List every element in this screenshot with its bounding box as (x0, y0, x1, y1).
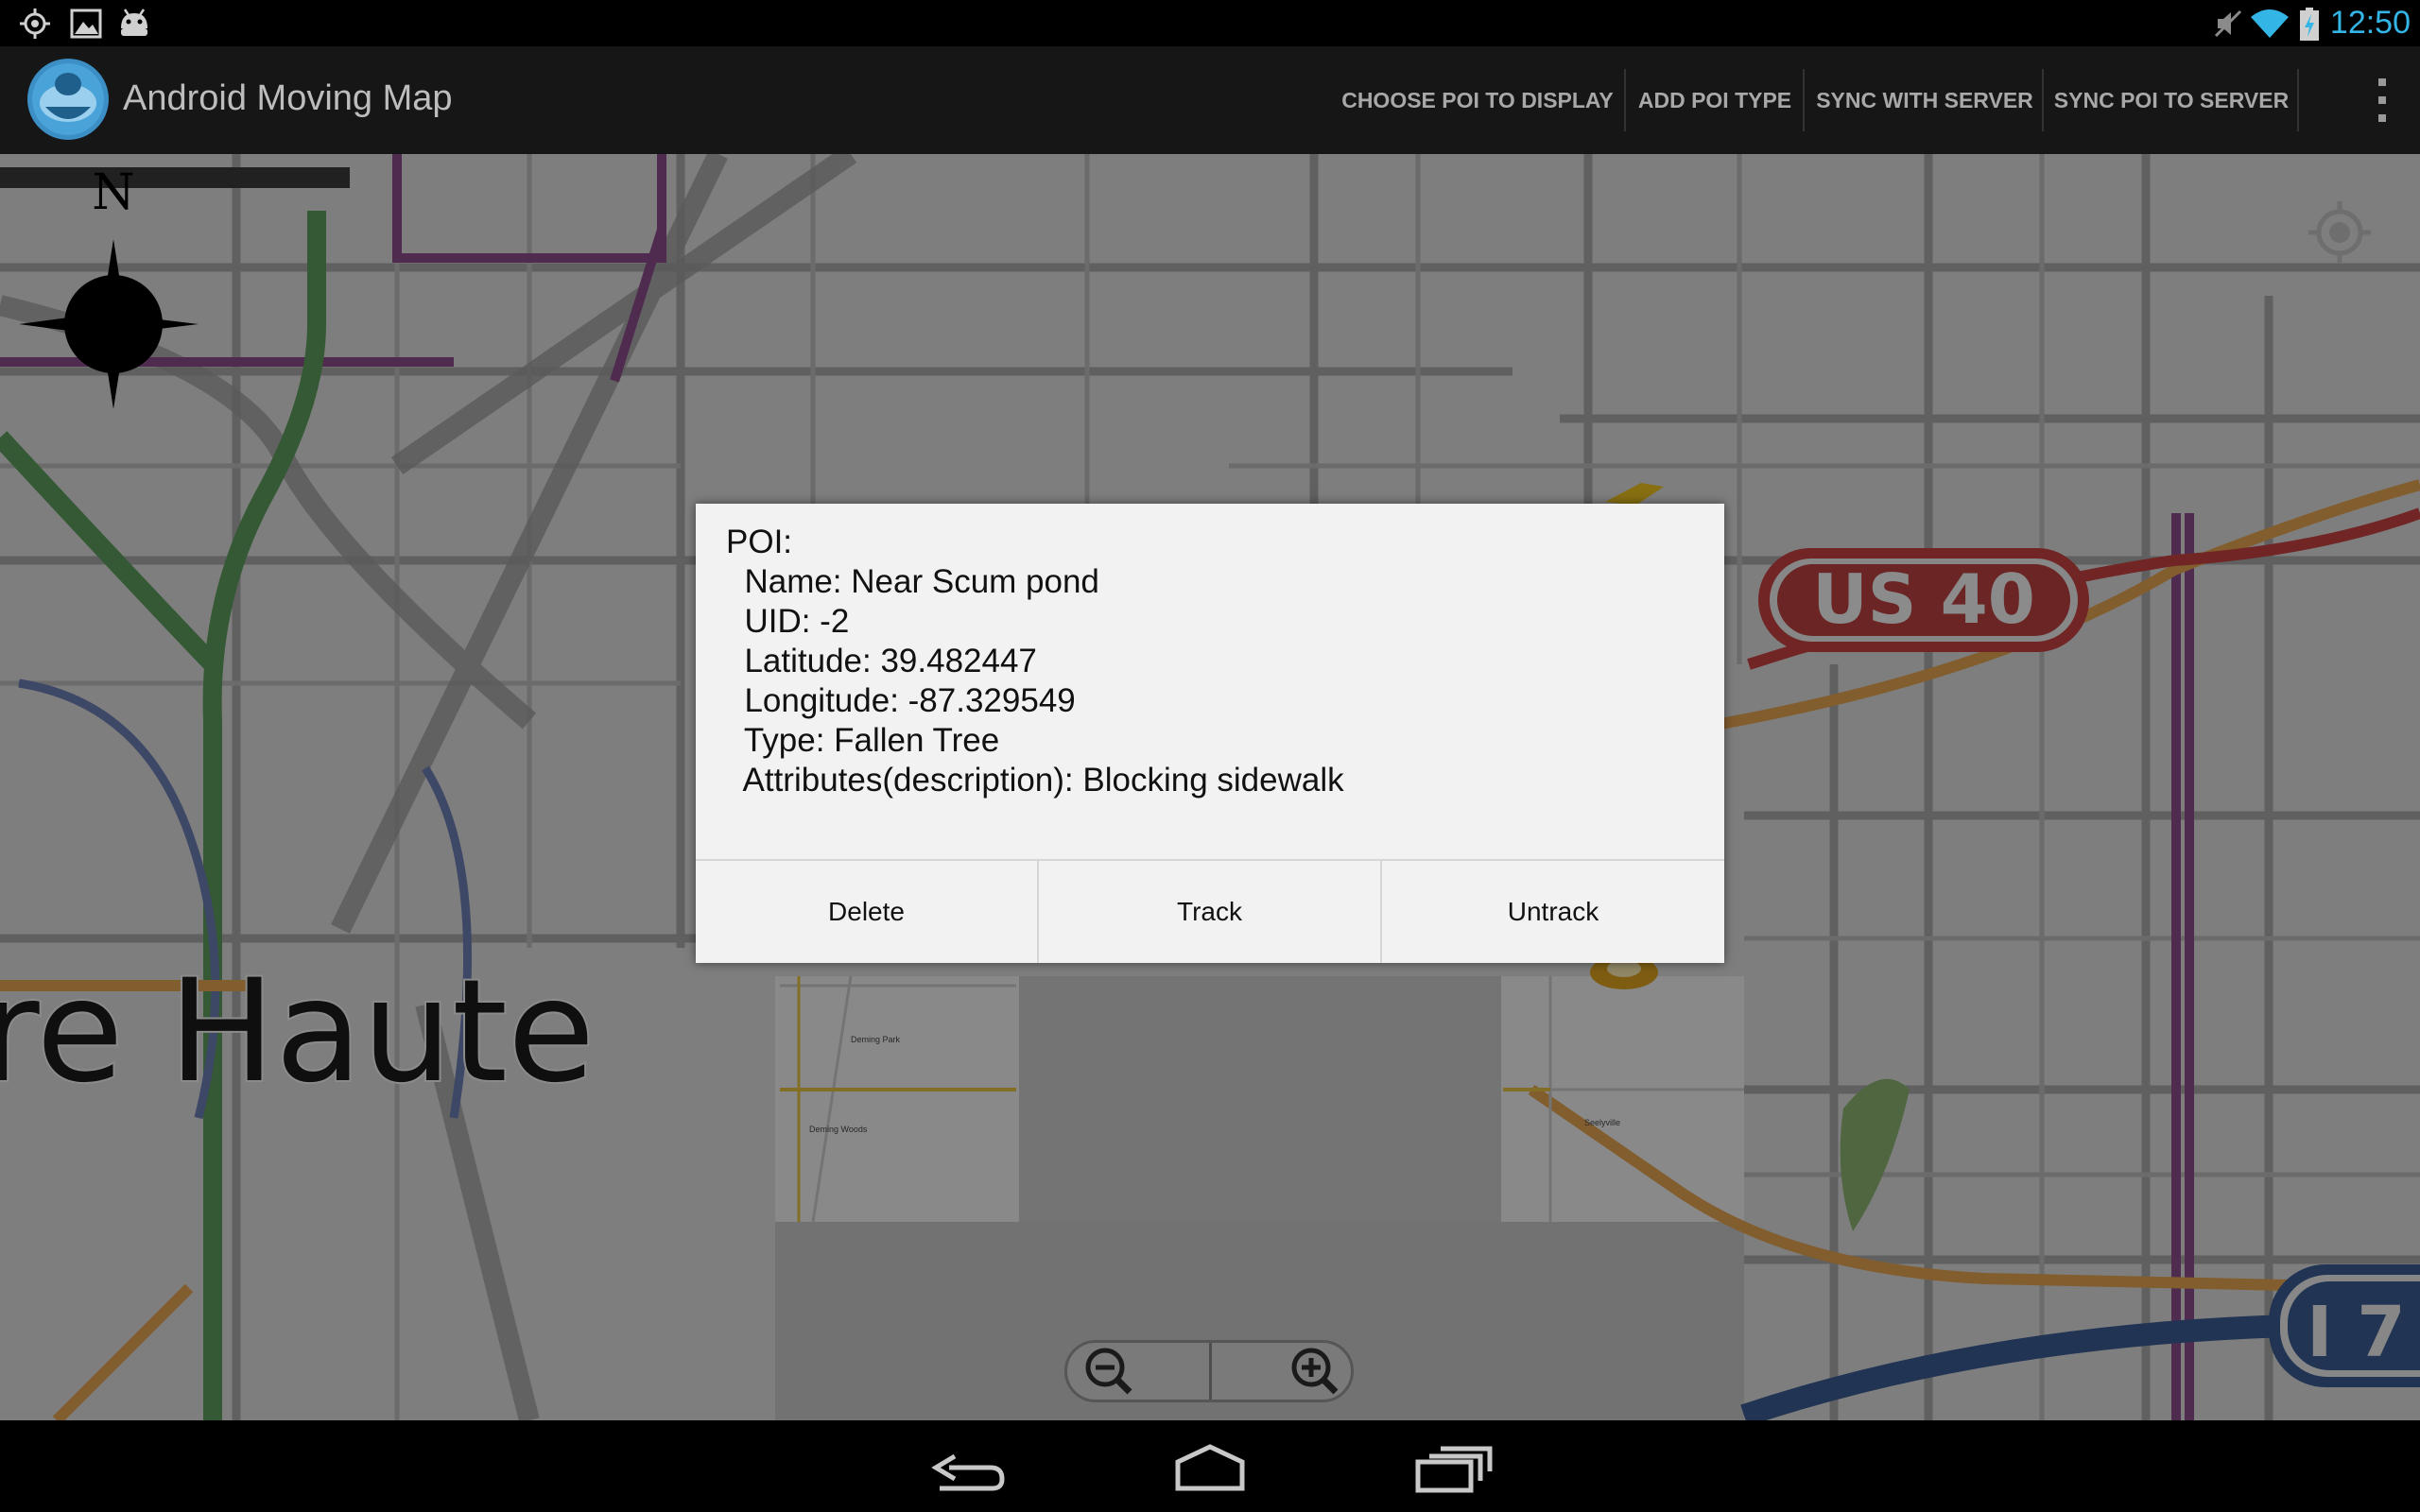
action-divider (2297, 69, 2299, 131)
dialog-button-bar: Delete Track Untrack (696, 859, 1724, 963)
track-button[interactable]: Track (1039, 861, 1380, 963)
android-debug-icon (121, 9, 147, 36)
status-bar: 12:50 (0, 0, 2420, 46)
overflow-menu-icon[interactable] (2363, 75, 2401, 126)
battery-charging-icon (2300, 8, 2319, 41)
action-divider (1803, 69, 1805, 131)
gallery-icon (70, 9, 102, 39)
delete-button[interactable]: Delete (696, 861, 1037, 963)
location-target-icon (20, 9, 50, 39)
wifi-icon (2251, 9, 2289, 38)
app-title: Android Moving Map (123, 78, 453, 118)
action-divider (2042, 69, 2044, 131)
add-poi-type-button[interactable]: ADD POI TYPE (1630, 46, 1800, 154)
mute-icon (2214, 9, 2242, 38)
zoom-controls (1064, 1340, 1354, 1402)
recent-apps-icon[interactable] (1405, 1439, 1499, 1496)
poi-details-dialog: POI: Name: Near Scum pond UID: -2 Latitu… (696, 504, 1724, 963)
navigation-bar (0, 1420, 2420, 1512)
screen: 12:50 Android Moving Map CHOOSE POI TO D… (0, 0, 2420, 1512)
back-icon[interactable] (921, 1439, 1015, 1496)
zoom-out-icon[interactable] (1067, 1343, 1212, 1400)
sync-poi-to-server-button[interactable]: SYNC POI TO SERVER (2048, 46, 2295, 154)
sync-with-server-button[interactable]: SYNC WITH SERVER (1807, 46, 2042, 154)
home-icon[interactable] (1163, 1439, 1257, 1496)
zoom-in-icon[interactable] (1209, 1343, 1351, 1400)
clock: 12:50 (2329, 5, 2411, 41)
choose-poi-to-display-button[interactable]: CHOOSE POI TO DISPLAY (1340, 46, 1615, 154)
poi-details-text: POI: Name: Near Scum pond UID: -2 Latitu… (726, 524, 1344, 799)
untrack-button[interactable]: Untrack (1382, 861, 1724, 963)
app-logo-icon[interactable] (26, 58, 110, 141)
action-divider (1624, 69, 1626, 131)
action-bar: Android Moving Map CHOOSE POI TO DISPLAY… (0, 46, 2420, 154)
